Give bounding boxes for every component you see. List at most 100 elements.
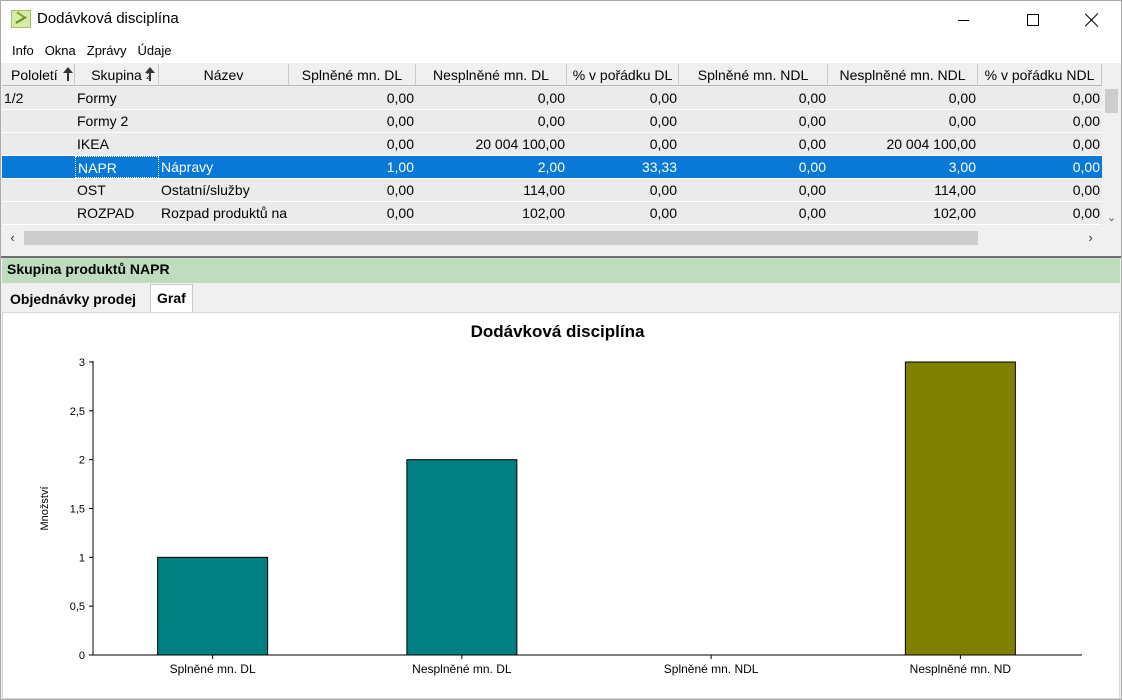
column-header-pct-ndl[interactable]: % v pořádku NDL xyxy=(978,64,1102,86)
cell-nespl-dl[interactable]: 20 004 100,00 xyxy=(416,133,567,155)
cell-nespl-dl[interactable]: 2,00 xyxy=(416,156,567,178)
table-row[interactable]: Formy 2 0,00 0,00 0,00 0,00 0,00 0,00 xyxy=(2,110,1102,133)
column-header-pololeti[interactable]: Pololetí xyxy=(2,64,75,86)
cell-nespl-ndl[interactable]: 0,00 xyxy=(828,110,978,132)
cell-pct-dl[interactable]: 0,00 xyxy=(567,179,679,201)
cell-pct-dl[interactable]: 0,00 xyxy=(567,110,679,132)
cell-spl-ndl[interactable]: 0,00 xyxy=(679,87,828,109)
x-tick-label: Splněné mn. NDL xyxy=(664,662,759,676)
cell-skupina[interactable]: NAPR xyxy=(75,156,159,178)
column-header-nespl-ndl[interactable]: Nesplněné mn. NDL xyxy=(828,64,978,86)
column-header-spl-dl[interactable]: Splněné mn. DL xyxy=(289,64,416,86)
vertical-scroll-thumb[interactable] xyxy=(1105,89,1118,113)
cell-pct-ndl[interactable]: 0,00 xyxy=(978,156,1102,178)
y-tick-label: 0 xyxy=(79,650,85,662)
cell-spl-ndl[interactable]: 0,00 xyxy=(679,156,828,178)
cell-pololeti[interactable] xyxy=(2,110,75,132)
cell-spl-dl[interactable]: 0,00 xyxy=(289,110,416,132)
cell-nespl-ndl[interactable]: 114,00 xyxy=(828,179,978,201)
scroll-right-icon[interactable]: › xyxy=(1082,230,1099,246)
cell-pct-ndl[interactable]: 0,00 xyxy=(978,179,1102,201)
cell-spl-ndl[interactable]: 0,00 xyxy=(679,133,828,155)
cell-pololeti[interactable] xyxy=(2,179,75,201)
cell-pololeti[interactable]: 1/2 xyxy=(2,87,75,109)
menu-info[interactable]: Info xyxy=(7,39,39,63)
bar xyxy=(157,556,269,656)
cell-pct-ndl[interactable]: 0,00 xyxy=(978,110,1102,132)
bar-chart: Dodávková disciplína Množství 0 0,5 1 1,5 2 2,5… xyxy=(39,322,1082,676)
cell-spl-ndl[interactable]: 0,00 xyxy=(679,202,828,224)
column-header-spl-ndl[interactable]: Splněné mn. NDL xyxy=(679,64,828,86)
cell-nespl-ndl[interactable]: 20 004 100,00 xyxy=(828,133,978,155)
cell-pct-ndl[interactable]: 0,00 xyxy=(978,87,1102,109)
cell-nespl-dl[interactable]: 114,00 xyxy=(416,179,567,201)
app-logo-icon xyxy=(11,10,31,28)
cell-skupina[interactable]: OST xyxy=(75,179,159,201)
chart-title: Dodávková disciplína xyxy=(471,322,645,341)
tab-objednavky-prodej[interactable]: Objednávky prodej xyxy=(4,286,142,312)
menu-udaje[interactable]: Údaje xyxy=(133,39,177,63)
horizontal-scrollbar[interactable]: ‹ › xyxy=(2,227,1103,249)
horizontal-scroll-thumb[interactable] xyxy=(24,231,978,245)
cell-spl-dl[interactable]: 0,00 xyxy=(289,179,416,201)
minimize-button[interactable] xyxy=(940,1,986,39)
cell-pololeti[interactable] xyxy=(2,133,75,155)
table-row[interactable]: NAPR Nápravy 1,00 2,00 33,33 0,00 3,00 0,00 xyxy=(2,156,1102,179)
cell-nespl-dl[interactable]: 0,00 xyxy=(416,110,567,132)
maximize-icon xyxy=(1027,14,1039,26)
x-tick-label: Nesplněné mn. DL xyxy=(412,662,512,676)
cell-pct-dl[interactable]: 33,33 xyxy=(567,156,679,178)
maximize-button[interactable] xyxy=(1010,1,1056,39)
cell-nespl-dl[interactable]: 102,00 xyxy=(416,202,567,224)
menu-zpravy[interactable]: Zprávy xyxy=(82,39,132,63)
cell-nazev[interactable] xyxy=(159,133,289,155)
cell-pct-dl[interactable]: 0,00 xyxy=(567,133,679,155)
cell-nespl-ndl[interactable]: 102,00 xyxy=(828,202,978,224)
cell-pct-dl[interactable]: 0,00 xyxy=(567,87,679,109)
cell-spl-dl[interactable]: 0,00 xyxy=(289,202,416,224)
cell-skupina[interactable]: Formy xyxy=(75,87,159,109)
table-row[interactable]: IKEA 0,00 20 004 100,00 0,00 0,00 20 004 100,… xyxy=(2,133,1102,156)
cell-spl-dl[interactable]: 0,00 xyxy=(289,87,416,109)
detail-header: Skupina produktů NAPR xyxy=(2,258,1120,283)
cell-spl-dl[interactable]: 0,00 xyxy=(289,133,416,155)
cell-nazev[interactable] xyxy=(159,87,289,109)
menu-okna[interactable]: Okna xyxy=(40,39,81,63)
cell-nespl-ndl[interactable]: 3,00 xyxy=(828,156,978,178)
cell-nazev[interactable]: Rozpad produktů na xyxy=(159,202,289,224)
close-button[interactable] xyxy=(1069,1,1115,39)
y-tick-label: 3 xyxy=(79,357,85,369)
table-row[interactable]: ROZPAD Rozpad produktů na 0,00 102,00 0,00 0,… xyxy=(2,202,1102,225)
vertical-scrollbar[interactable]: ⌃ ⌄ xyxy=(1103,87,1120,227)
cell-nazev[interactable]: Ostatní/služby xyxy=(159,179,289,201)
cell-skupina[interactable]: IKEA xyxy=(75,133,159,155)
cell-pct-ndl[interactable]: 0,00 xyxy=(978,133,1102,155)
scroll-left-icon[interactable]: ‹ xyxy=(4,230,21,246)
column-header-skupina[interactable]: Skupina 2 xyxy=(75,64,159,86)
cell-skupina[interactable]: Formy 2 xyxy=(75,110,159,132)
table-row[interactable]: OST Ostatní/služby 0,00 114,00 0,00 0,00 114,0… xyxy=(2,179,1102,202)
x-tick-label: Nesplněné mn. ND xyxy=(910,662,1012,676)
tab-graf[interactable]: Graf xyxy=(150,284,193,313)
cell-nespl-dl[interactable]: 0,00 xyxy=(416,87,567,109)
cell-pct-dl[interactable]: 0,00 xyxy=(567,202,679,224)
column-header-pct-dl[interactable]: % v pořádku DL xyxy=(567,64,679,86)
column-header-nazev[interactable]: Název xyxy=(159,64,289,86)
cell-pct-ndl[interactable]: 0,00 xyxy=(978,202,1102,224)
menu-bar: Info Okna Zprávy Údaje xyxy=(1,39,1121,63)
app-window: Dodávková disciplína Info Okna Zprávy Úd… xyxy=(0,0,1122,700)
scroll-down-icon[interactable]: ⌄ xyxy=(1103,211,1120,227)
y-tick-label: 2,5 xyxy=(70,406,85,418)
cell-spl-dl[interactable]: 1,00 xyxy=(289,156,416,178)
cell-nazev[interactable] xyxy=(159,110,289,132)
cell-nazev[interactable]: Nápravy xyxy=(159,156,289,178)
cell-skupina[interactable]: ROZPAD xyxy=(75,202,159,224)
table-row[interactable]: 1/2 Formy 0,00 0,00 0,00 0,00 0,00 0,00 xyxy=(2,87,1102,110)
cell-spl-ndl[interactable]: 0,00 xyxy=(679,110,828,132)
column-header-nespl-dl[interactable]: Nesplněné mn. DL xyxy=(416,64,567,86)
window-title: Dodávková disciplína xyxy=(37,10,179,27)
cell-pololeti[interactable] xyxy=(2,156,75,178)
cell-nespl-ndl[interactable]: 0,00 xyxy=(828,87,978,109)
cell-spl-ndl[interactable]: 0,00 xyxy=(679,179,828,201)
cell-pololeti[interactable] xyxy=(2,202,75,224)
